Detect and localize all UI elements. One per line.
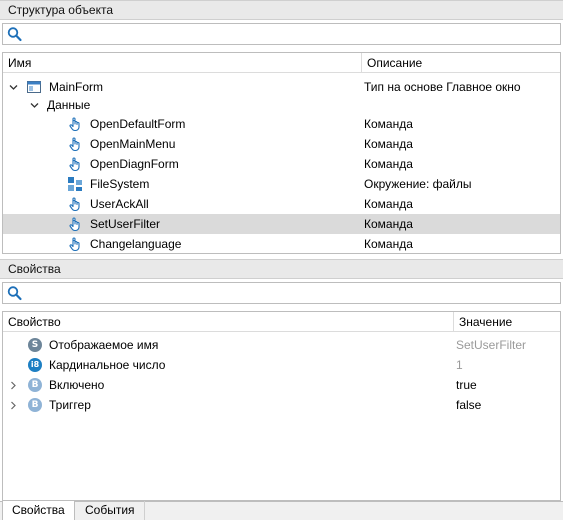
structure-tree: Имя Описание MainForm Тип на основе Глав… bbox=[2, 52, 561, 254]
property-row[interactable]: B Включено true bbox=[3, 375, 560, 395]
tree-item-description: Команда bbox=[364, 197, 413, 211]
tree-item-description: Команда bbox=[364, 137, 413, 151]
properties-search-bar[interactable] bbox=[2, 282, 561, 304]
tab-properties[interactable]: Свойства bbox=[2, 501, 75, 520]
tab-events[interactable]: События bbox=[76, 501, 145, 520]
property-value[interactable]: false bbox=[456, 395, 481, 415]
tree-item-description: Команда bbox=[364, 217, 413, 231]
property-row[interactable]: i8 Кардинальное число 1 bbox=[3, 355, 560, 375]
boolean-type-icon: B bbox=[28, 378, 42, 392]
properties-search-input[interactable] bbox=[25, 284, 555, 302]
chevron-right-icon[interactable] bbox=[9, 401, 18, 410]
column-property-header[interactable]: Свойство bbox=[3, 312, 453, 332]
boolean-type-icon: B bbox=[28, 398, 42, 412]
structure-panel-title: Структура объекта bbox=[8, 3, 114, 17]
tree-row-selected[interactable]: SetUserFilter Команда bbox=[3, 214, 560, 234]
tree-item-description: Тип на основе Главное окно bbox=[364, 80, 521, 94]
property-value: 1 bbox=[456, 358, 463, 372]
search-icon bbox=[7, 27, 22, 42]
structure-panel-header: Структура объекта bbox=[0, 0, 563, 20]
hand-pointer-icon bbox=[69, 197, 80, 212]
window-icon bbox=[27, 81, 41, 93]
hand-pointer-icon bbox=[69, 117, 80, 132]
tree-item-label: OpenDefaultForm bbox=[90, 117, 186, 131]
integer-type-icon: i8 bbox=[28, 358, 42, 372]
hand-pointer-icon bbox=[69, 237, 80, 252]
properties-column-header: Свойство Значение bbox=[3, 312, 560, 332]
structure-column-header: Имя Описание bbox=[3, 53, 560, 73]
tree-row[interactable]: OpenMainMenu Команда bbox=[3, 134, 560, 154]
tree-row[interactable]: UserAckAll Команда bbox=[3, 194, 560, 214]
tree-row[interactable]: Changelanguage Команда bbox=[3, 234, 560, 253]
properties-panel-title: Свойства bbox=[8, 262, 61, 276]
tree-item-label: SetUserFilter bbox=[90, 217, 161, 231]
property-value: SetUserFilter bbox=[456, 338, 527, 352]
property-value[interactable]: true bbox=[456, 375, 477, 395]
tree-row-data-group[interactable]: Данные bbox=[3, 95, 560, 115]
filesystem-icon bbox=[68, 177, 82, 191]
hand-pointer-icon bbox=[69, 217, 80, 232]
property-name: Включено bbox=[49, 378, 105, 392]
chevron-right-icon[interactable] bbox=[9, 381, 18, 390]
column-value-header[interactable]: Значение bbox=[453, 312, 560, 332]
bottom-tab-bar: Свойства События bbox=[0, 501, 563, 520]
tree-item-label: OpenMainMenu bbox=[90, 137, 176, 151]
hand-pointer-icon bbox=[69, 157, 80, 172]
tree-item-description: Команда bbox=[364, 157, 413, 171]
tree-item-description: Команда bbox=[364, 117, 413, 131]
column-description-header[interactable]: Описание bbox=[361, 53, 560, 73]
structure-search-input[interactable] bbox=[25, 25, 555, 43]
tree-item-label: UserAckAll bbox=[90, 197, 149, 211]
property-name: Триггер bbox=[49, 398, 91, 412]
column-name-header[interactable]: Имя bbox=[3, 53, 361, 73]
tree-row[interactable]: OpenDiagnForm Команда bbox=[3, 154, 560, 174]
chevron-down-icon[interactable] bbox=[9, 83, 18, 92]
tree-item-description: Окружение: файлы bbox=[364, 177, 472, 191]
tree-row-mainform[interactable]: MainForm Тип на основе Главное окно bbox=[3, 77, 560, 97]
chevron-down-icon[interactable] bbox=[30, 101, 39, 110]
property-name: Кардинальное число bbox=[49, 358, 166, 372]
tree-item-description: Команда bbox=[364, 237, 413, 251]
hand-pointer-icon bbox=[69, 137, 80, 152]
tree-item-label: OpenDiagnForm bbox=[90, 157, 179, 171]
tree-item-label: FileSystem bbox=[90, 177, 150, 191]
structure-search-bar[interactable] bbox=[2, 23, 561, 45]
string-type-icon: S bbox=[28, 338, 42, 352]
tree-item-label: MainForm bbox=[49, 80, 104, 94]
tree-row[interactable]: OpenDefaultForm Команда bbox=[3, 114, 560, 134]
properties-panel-header: Свойства bbox=[0, 259, 563, 279]
property-row[interactable]: S Отображаемое имя SetUserFilter bbox=[3, 335, 560, 355]
search-icon bbox=[7, 286, 22, 301]
properties-grid: Свойство Значение S Отображаемое имя Set… bbox=[2, 311, 561, 501]
property-row[interactable]: B Триггер false bbox=[3, 395, 560, 415]
property-name: Отображаемое имя bbox=[49, 338, 159, 352]
tree-item-label: Changelanguage bbox=[90, 237, 182, 251]
tree-group-label: Данные bbox=[47, 98, 91, 112]
tree-row[interactable]: FileSystem Окружение: файлы bbox=[3, 174, 560, 194]
